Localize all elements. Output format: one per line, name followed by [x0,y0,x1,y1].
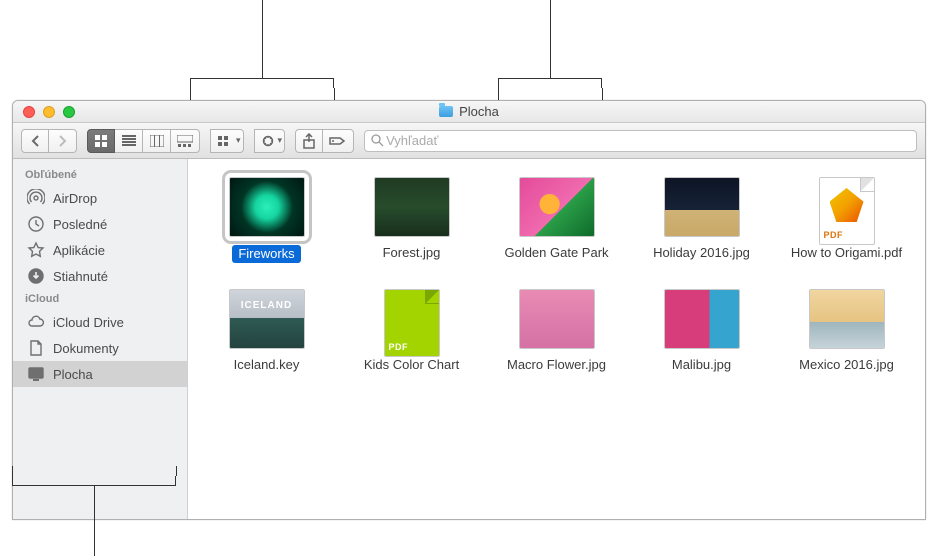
search-icon [371,134,384,147]
action-menu-button[interactable]: ▾ [254,129,286,153]
sidebar-header: Obľúbené [13,165,187,185]
sidebar-item-airdrop[interactable]: AirDrop [13,185,187,211]
sidebar-item-label: Dokumenty [53,341,119,356]
folder-icon [439,106,453,117]
file-thumbnail[interactable] [519,177,595,237]
forward-button[interactable] [49,129,77,153]
annotation-line [550,0,551,78]
file-name[interactable]: Mexico 2016.jpg [799,357,894,373]
file-name[interactable]: Golden Gate Park [504,245,608,261]
sidebar-item-label: AirDrop [53,191,97,206]
file-area[interactable]: Fireworks Forest.jpg Golden Gate Park Holid… [188,159,925,519]
file-item[interactable]: PDFHow to Origami.pdf [778,177,915,263]
annotation-line [262,0,263,78]
file-thumbnail[interactable] [809,289,885,349]
back-button[interactable] [21,129,49,153]
arrange-group: ▾ [210,129,244,153]
annotation-bracket [12,476,176,486]
share-button[interactable] [295,129,323,153]
arrange-button[interactable]: ▾ [210,129,244,153]
file-name[interactable]: Forest.jpg [383,245,441,261]
titlebar[interactable]: Plocha [13,101,925,123]
file-item[interactable]: Fireworks [198,177,335,263]
desktop-icon [27,365,45,383]
annotation-line [94,486,95,556]
file-name[interactable]: Fireworks [232,245,300,263]
share-tag-group [295,129,354,153]
search-input[interactable] [384,132,910,149]
file-item[interactable]: Golden Gate Park [488,177,625,263]
file-grid: Fireworks Forest.jpg Golden Gate Park Holid… [198,177,915,374]
view-gallery-button[interactable] [171,129,200,153]
apps-icon [27,241,45,259]
file-name[interactable]: Kids Color Chart [364,357,459,373]
annotation-bracket [498,78,602,88]
annotation-line [176,466,177,476]
tags-button[interactable] [323,129,354,153]
finder-window: Plocha [12,100,926,520]
file-item[interactable]: Mexico 2016.jpg [778,289,915,373]
window-title: Plocha [13,104,925,119]
file-thumbnail[interactable]: ICELAND [229,289,305,349]
file-name[interactable]: Iceland.key [234,357,300,373]
sidebar-item-label: iCloud Drive [53,315,124,330]
file-thumbnail[interactable] [374,177,450,237]
file-item[interactable]: ICELAND Iceland.key [198,289,335,373]
file-name[interactable]: Malibu.jpg [672,357,731,373]
file-name[interactable]: Holiday 2016.jpg [653,245,750,261]
file-item[interactable]: Forest.jpg [343,177,480,263]
file-item[interactable]: PDFKids Color Chart [343,289,480,373]
file-thumbnail[interactable]: PDF [384,289,440,357]
view-list-button[interactable] [115,129,143,153]
sidebar-header: iCloud [13,289,187,309]
view-mode-group [87,129,200,153]
airdrop-icon [27,189,45,207]
sidebar-item-label: Aplikácie [53,243,105,258]
search-field[interactable] [364,130,917,152]
sidebar-item-apps[interactable]: Aplikácie [13,237,187,263]
file-thumbnail[interactable] [519,289,595,349]
sidebar-item-label: Posledné [53,217,107,232]
recents-icon [27,215,45,233]
annotation-line [12,466,13,476]
sidebar-item-cloud[interactable]: iCloud Drive [13,309,187,335]
cloud-icon [27,313,45,331]
view-icons-button[interactable] [87,129,115,153]
file-name[interactable]: How to Origami.pdf [791,245,902,261]
file-item[interactable]: Holiday 2016.jpg [633,177,770,263]
chevron-down-icon: ▾ [236,135,241,146]
sidebar-item-label: Plocha [53,367,93,382]
chevron-down-icon: ▾ [278,135,283,146]
sidebar-item-desktop[interactable]: Plocha [13,361,187,387]
sidebar-item-documents[interactable]: Dokumenty [13,335,187,361]
file-thumbnail[interactable] [664,177,740,237]
downloads-icon [27,267,45,285]
nav-group [21,129,77,153]
file-thumbnail[interactable] [664,289,740,349]
window-body: Obľúbené AirDrop Posledné Aplikácie Stiahnut… [13,159,925,519]
file-thumbnail[interactable] [229,177,305,237]
window-title-text: Plocha [459,104,499,119]
action-group: ▾ [254,129,286,153]
file-name[interactable]: Macro Flower.jpg [507,357,606,373]
documents-icon [27,339,45,357]
file-thumbnail[interactable]: PDF [819,177,875,245]
sidebar: Obľúbené AirDrop Posledné Aplikácie Stiahnut… [13,159,188,519]
sidebar-item-recents[interactable]: Posledné [13,211,187,237]
sidebar-item-downloads[interactable]: Stiahnuté [13,263,187,289]
file-item[interactable]: Macro Flower.jpg [488,289,625,373]
sidebar-item-label: Stiahnuté [53,269,108,284]
annotation-bracket [190,78,334,88]
view-columns-button[interactable] [143,129,171,153]
file-item[interactable]: Malibu.jpg [633,289,770,373]
toolbar: ▾ ▾ [13,123,925,159]
